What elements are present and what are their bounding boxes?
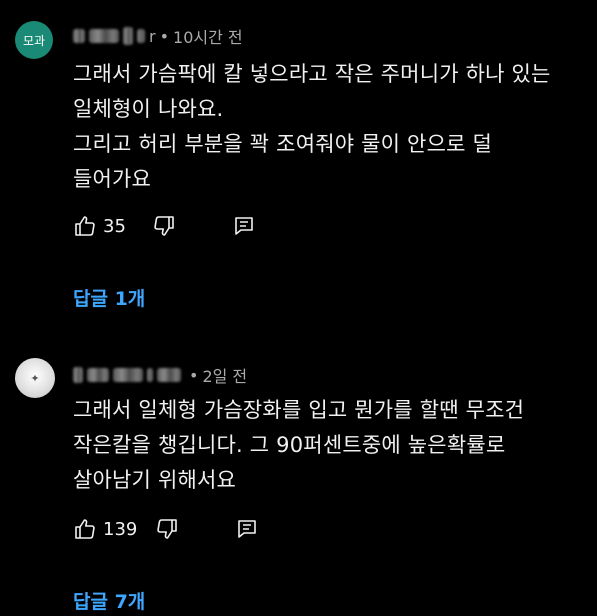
separator: • bbox=[159, 26, 170, 46]
separator: • bbox=[189, 365, 199, 385]
avatar[interactable]: 모과 bbox=[15, 21, 53, 59]
comment-actions: 35 bbox=[73, 214, 256, 238]
view-replies-button[interactable]: 답글 7개 bbox=[73, 587, 145, 614]
like-count: 139 bbox=[103, 518, 138, 540]
author-name[interactable]: r bbox=[73, 27, 156, 46]
comment-actions: 139 bbox=[73, 517, 259, 541]
reply-icon[interactable] bbox=[232, 214, 256, 238]
comment-line: 살아남기 위해서요 bbox=[73, 468, 237, 492]
avatar-text: 모과 bbox=[22, 33, 46, 48]
view-replies-button[interactable]: 답글 1개 bbox=[73, 284, 145, 311]
timestamp[interactable]: 10시간 전 bbox=[173, 24, 243, 48]
comment-meta: r • 10시간 전 bbox=[73, 24, 243, 48]
thumbs-up-icon[interactable] bbox=[73, 517, 97, 541]
comment-line: 일체형이 나와요. bbox=[73, 97, 224, 121]
comment-line: 작은칼을 챙깁니다. 그 90퍼센트중에 높은확률로 bbox=[73, 433, 506, 457]
comment-line: 그리고 허리 부분을 꽉 조여줘야 물이 안으로 덜 bbox=[73, 132, 493, 156]
comment-line: 그래서 일체형 가슴장화를 입고 뭔가를 할땐 무조건 bbox=[73, 398, 525, 422]
timestamp[interactable]: 2일 전 bbox=[202, 363, 247, 387]
comment-meta: • 2일 전 bbox=[73, 363, 247, 387]
comment-line: 그래서 가슴팍에 칼 넣으라고 작은 주머니가 하나 있는 bbox=[73, 62, 551, 86]
thumbs-down-icon[interactable] bbox=[155, 517, 179, 541]
author-name-tail: r bbox=[149, 26, 156, 46]
thumbs-down-icon[interactable] bbox=[152, 214, 176, 238]
comment-text: 그래서 일체형 가슴장화를 입고 뭔가를 할땐 무조건 작은칼을 챙깁니다. 그… bbox=[73, 393, 524, 498]
thumbs-up-icon[interactable] bbox=[73, 214, 97, 238]
avatar-image: ✦ bbox=[30, 371, 40, 385]
comment-line: 들어가요 bbox=[73, 167, 152, 191]
comment-text: 그래서 가슴팍에 칼 넣으라고 작은 주머니가 하나 있는 일체형이 나와요. … bbox=[73, 57, 551, 197]
avatar[interactable]: ✦ bbox=[15, 358, 55, 398]
like-count: 35 bbox=[103, 215, 126, 237]
author-name[interactable] bbox=[73, 367, 185, 383]
reply-icon[interactable] bbox=[235, 517, 259, 541]
